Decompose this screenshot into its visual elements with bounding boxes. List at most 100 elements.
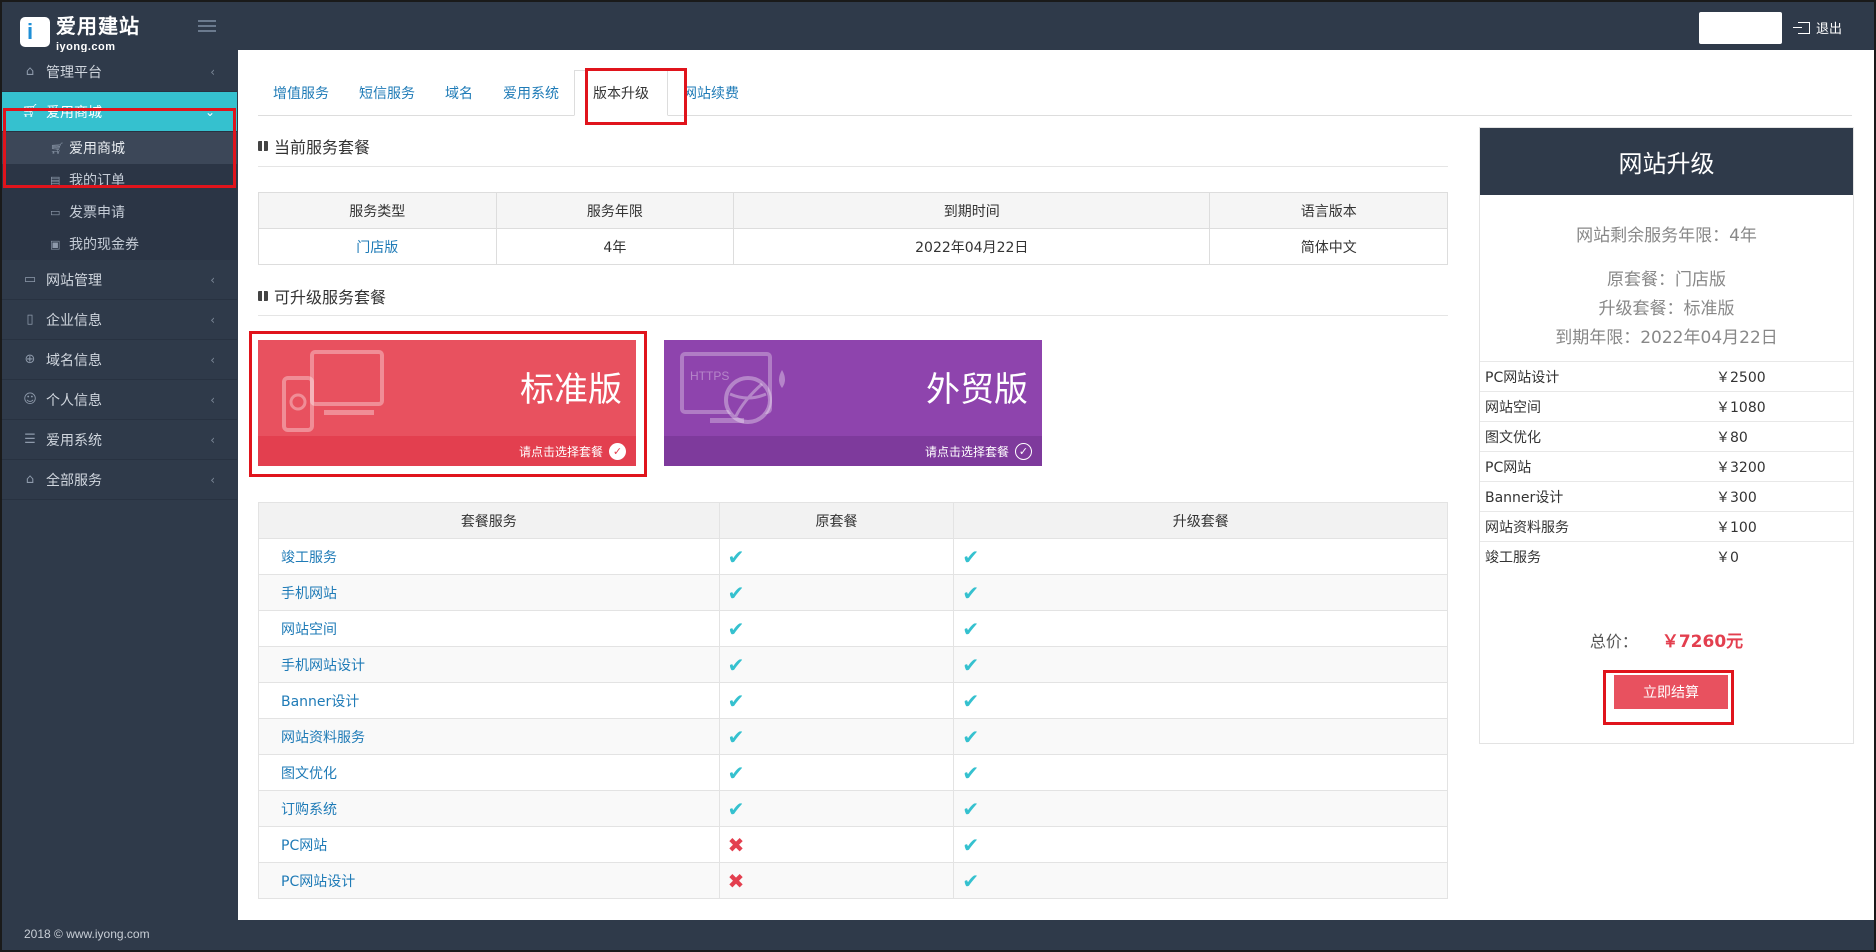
table-cell: ✔	[718, 790, 955, 827]
check-icon: ✔	[962, 832, 980, 857]
price-item: PC网站设计	[1480, 361, 1716, 392]
table-header: 到期时间	[733, 192, 1211, 229]
price-row: Banner设计 ￥300	[1480, 481, 1853, 512]
check-icon: ✔	[727, 724, 745, 749]
cart-icon: 🛒︎	[50, 141, 64, 155]
current-plan-table: 服务类型 服务年限 到期时间 语言版本 门店版 4年 2022年04月22日 简…	[258, 192, 1448, 265]
original-package: 原套餐：门店版	[1607, 270, 1726, 290]
upgrade-plans-title: 可升级服务套餐	[258, 284, 386, 308]
table-cell: ✔	[718, 754, 955, 791]
tab-system[interactable]: 爱用系统	[488, 70, 574, 116]
service-name-link[interactable]: 订购系统	[258, 790, 720, 827]
table-row: PC网站 ✖ ✔	[258, 826, 1448, 863]
sidebar-item-all-services[interactable]: ⌂ 全部服务 ‹	[2, 460, 237, 500]
check-icon: ✔	[727, 616, 745, 641]
service-name-link[interactable]: PC网站设计	[258, 862, 720, 899]
sidebar-item-profile[interactable]: ☺ 个人信息 ‹	[2, 380, 237, 420]
sidebar-item-system[interactable]: ☰ 爱用系统 ‹	[2, 420, 237, 460]
table-cell: ✔	[718, 682, 955, 719]
user-name-box[interactable]	[1699, 12, 1782, 44]
price-value: ￥3200	[1716, 451, 1853, 482]
coupon-icon: ▣	[50, 237, 61, 251]
checkout-button[interactable]: 立即结算	[1614, 675, 1728, 709]
chevron-left-icon: ‹	[210, 273, 215, 287]
table-cell: ✔	[953, 862, 1448, 899]
service-name-link[interactable]: 图文优化	[258, 754, 720, 791]
table-cell: ✔	[718, 574, 955, 611]
table-cell: ✔	[718, 538, 955, 575]
tab-domain[interactable]: 域名	[430, 70, 488, 116]
tab-renewal[interactable]: 网站续费	[668, 70, 754, 116]
table-header: 语言版本	[1209, 192, 1448, 229]
service-name-link[interactable]: PC网站	[258, 826, 720, 863]
service-name-link[interactable]: 竣工服务	[258, 538, 720, 575]
table-header: 原套餐	[718, 502, 955, 539]
table-header-row: 服务类型 服务年限 到期时间 语言版本	[258, 192, 1448, 229]
tab-upgrade[interactable]: 版本升级	[574, 70, 668, 116]
sidebar: ⌂ 管理平台 ‹ 🛒︎ 爱用商城 ⌄ 🛒︎ 爱用商城 ▤ 我的订单 ▭ 发票申请…	[2, 52, 237, 922]
gift-icon	[258, 141, 268, 151]
package-standard-card[interactable]: 标准版 请点击选择套餐 ✓	[258, 340, 636, 466]
service-name-link[interactable]: 网站空间	[258, 610, 720, 647]
sidebar-item-management[interactable]: ⌂ 管理平台 ‹	[2, 52, 237, 92]
divider	[258, 166, 1448, 167]
price-item: PC网站	[1480, 451, 1716, 482]
package-comparison-table: 套餐服务 原套餐 升级套餐 竣工服务 ✔ ✔ 手机网站 ✔ ✔ 网站空间 ✔ ✔ 手机网站设计 ✔ ✔…	[258, 502, 1448, 899]
sidebar-item-domain[interactable]: ⊕ 域名信息 ‹	[2, 340, 237, 380]
service-name-link[interactable]: 手机网站	[258, 574, 720, 611]
service-type-link[interactable]: 门店版	[258, 228, 497, 265]
invoice-icon: ▭	[50, 205, 61, 219]
table-cell: ✔	[953, 826, 1448, 863]
sidebar-item-shop[interactable]: 🛒︎ 爱用商城 ⌄	[2, 92, 237, 132]
service-name-link[interactable]: Banner设计	[258, 682, 720, 719]
check-icon: ✔	[727, 688, 745, 713]
package-trade-card[interactable]: HTTPS 外贸版 请点击选择套餐 ✓	[664, 340, 1042, 466]
service-name-link[interactable]: 手机网站设计	[258, 646, 720, 683]
check-icon: ✔	[727, 652, 745, 677]
price-row: 网站资料服务 ￥100	[1480, 511, 1853, 542]
chevron-left-icon: ‹	[210, 473, 215, 487]
table-header-row: 套餐服务 原套餐 升级套餐	[258, 502, 1448, 539]
price-row: 图文优化 ￥80	[1480, 421, 1853, 452]
sidebar-item-label: 爱用系统	[46, 432, 102, 449]
sidebar-subitem-invoice[interactable]: ▭ 发票申请	[2, 196, 237, 228]
hamburger-menu-icon[interactable]	[198, 20, 216, 35]
chevron-left-icon: ‹	[210, 313, 215, 327]
price-list: PC网站设计 ￥2500 网站空间 ￥1080 图文优化 ￥80 PC网站 ￥3200 Bann…	[1480, 361, 1853, 572]
check-icon: ✔	[727, 580, 745, 605]
package-hint: 请点击选择套餐 ✓	[258, 436, 636, 466]
table-cell: ✔	[953, 538, 1448, 575]
sidebar-subitem-shop[interactable]: 🛒︎ 爱用商城	[2, 132, 237, 164]
sidebar-subitem-coupons[interactable]: ▣ 我的现金券	[2, 228, 237, 260]
table-row: Banner设计 ✔ ✔	[258, 682, 1448, 719]
sidebar-item-company[interactable]: ▯ 企业信息 ‹	[2, 300, 237, 340]
cross-icon: ✖	[727, 868, 745, 893]
remaining-years: 网站剩余服务年限：4年	[1576, 226, 1757, 246]
list-icon: ☰	[24, 432, 36, 447]
package-hint-text: 请点击选择套餐	[518, 444, 603, 459]
check-circle-icon: ✓	[609, 442, 626, 460]
check-icon: ✔	[962, 796, 980, 821]
table-row: 门店版 4年 2022年04月22日 简体中文	[258, 228, 1448, 265]
document-icon: ▤	[50, 173, 61, 187]
sidebar-item-website[interactable]: ▭ 网站管理 ‹	[2, 260, 237, 300]
logo[interactable]: i 爱用建站 iyong.com	[20, 10, 140, 53]
chevron-left-icon: ‹	[210, 65, 215, 79]
footer-copyright: 2018 © www.iyong.com	[24, 927, 150, 941]
sidebar-subitem-orders[interactable]: ▤ 我的订单	[2, 164, 237, 196]
table-cell: ✔	[953, 610, 1448, 647]
check-icon: ✔	[962, 544, 980, 569]
service-name-link[interactable]: 网站资料服务	[258, 718, 720, 755]
tab-value-added[interactable]: 增值服务	[258, 70, 344, 116]
price-row: 网站空间 ￥1080	[1480, 391, 1853, 422]
logout-button[interactable]: 退出	[1793, 18, 1842, 37]
section-title-text: 当前服务套餐	[274, 138, 371, 157]
divider	[258, 315, 1448, 316]
check-icon: ✔	[962, 580, 980, 605]
sidebar-submenu: 🛒︎ 爱用商城 ▤ 我的订单 ▭ 发票申请 ▣ 我的现金券	[2, 132, 237, 260]
table-cell: 简体中文	[1209, 228, 1448, 265]
check-icon: ✔	[962, 724, 980, 749]
price-item: 竣工服务	[1480, 541, 1716, 572]
package-name: 标准版	[520, 370, 622, 410]
tab-sms[interactable]: 短信服务	[344, 70, 430, 116]
